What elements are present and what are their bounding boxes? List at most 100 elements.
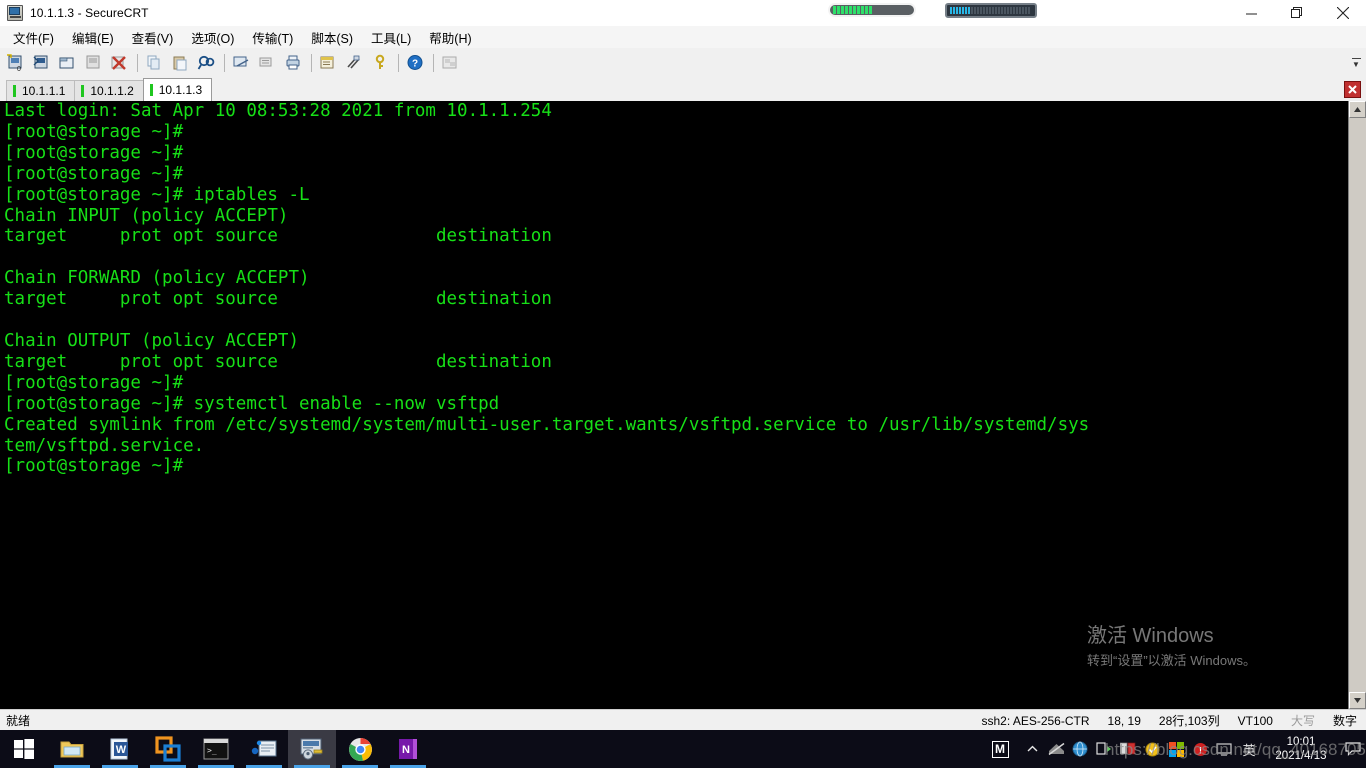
taskbar-chrome[interactable] <box>336 730 384 768</box>
taskbar-vmware[interactable] <box>144 730 192 768</box>
tray-screen-icon[interactable] <box>1212 730 1236 768</box>
reconnect-button[interactable] <box>82 51 106 75</box>
menu-transfer[interactable]: 传输(T) <box>243 26 302 49</box>
tray-m-badge[interactable]: M <box>980 730 1020 768</box>
tab-10-1-1-3[interactable]: 10.1.1.3 <box>142 78 213 101</box>
print-screen-button[interactable] <box>230 51 254 75</box>
terminal-line: [root@storage ~]# <box>4 456 184 477</box>
terminal-scrollbar[interactable] <box>1348 101 1366 709</box>
notification-center-button[interactable] <box>1340 730 1366 768</box>
minimize-button[interactable] <box>1228 0 1274 26</box>
menu-options[interactable]: 选项(O) <box>182 26 243 49</box>
svg-text:?: ? <box>412 59 418 70</box>
terminal-line: Chain OUTPUT (policy ACCEPT) <box>4 330 300 351</box>
scroll-down-button[interactable] <box>1349 692 1366 709</box>
ime-language-indicator[interactable]: 英 <box>1236 730 1262 768</box>
cpu-meter <box>828 3 916 17</box>
new-tab-button[interactable] <box>56 51 80 75</box>
disconnect-icon <box>111 56 126 70</box>
menu-file[interactable]: 文件(F) <box>4 26 63 49</box>
tray-office-icon[interactable] <box>1164 730 1188 768</box>
toolbar-separator <box>398 54 399 72</box>
close-button[interactable] <box>1320 0 1366 26</box>
taskbar-onenote[interactable]: N <box>384 730 432 768</box>
folder-icon <box>60 741 84 758</box>
tray-alert-icon[interactable]: ! <box>1188 730 1212 768</box>
menu-bar: 文件(F) 编辑(E) 查看(V) 选项(O) 传输(T) 脚本(S) 工具(L… <box>0 26 1366 49</box>
tray-app-icon[interactable] <box>1068 730 1092 768</box>
chevron-up-icon <box>1354 107 1361 112</box>
arrange-windows-button[interactable] <box>439 51 463 75</box>
session-options-icon <box>320 56 334 69</box>
status-caps-lock: 大写 <box>1290 714 1315 728</box>
tab-10-1-1-2[interactable]: 10.1.1.2 <box>74 80 144 101</box>
scrollbar-track[interactable] <box>1349 118 1366 692</box>
chevron-down-icon: ▼ <box>1352 60 1360 69</box>
sftp-session-button[interactable] <box>30 51 54 75</box>
network-icon <box>1048 742 1064 756</box>
log-session-button[interactable] <box>256 51 280 75</box>
menu-script[interactable]: 脚本(S) <box>302 26 362 49</box>
terminal-line: [root@storage ~]# <box>4 142 184 163</box>
status-cipher: ssh2: AES-256-CTR <box>981 713 1090 728</box>
status-bar: 就绪 ssh2: AES-256-CTR 18, 19 28行,103列 VT1… <box>0 709 1366 731</box>
securecrt-window: 10.1.1.3 - SecureCRT 文件(F) 编辑(E) 查看(V) 选… <box>0 0 1366 768</box>
tray-vmware-icon[interactable] <box>1116 730 1140 768</box>
toolbar-separator <box>137 54 138 72</box>
tab-label: 10.1.1.2 <box>90 84 134 98</box>
connect-sftp-icon <box>33 55 48 69</box>
terminal-output[interactable]: Last login: Sat Apr 10 08:53:28 2021 fro… <box>4 101 1340 709</box>
taskbar-clock[interactable]: 10:01 2021/4/13 <box>1262 730 1340 768</box>
menu-help[interactable]: 帮助(H) <box>420 26 480 49</box>
windows-taskbar: W >_ N M ! 英 10:01 2021/4/13 <box>0 730 1366 768</box>
show-hidden-icons-button[interactable] <box>1020 730 1044 768</box>
terminal-line: target prot opt source destination <box>4 289 552 310</box>
tab-10-1-1-1[interactable]: 10.1.1.1 <box>6 80 76 101</box>
close-tab-button[interactable] <box>1344 81 1361 98</box>
onenote-icon: N <box>399 739 417 759</box>
clock-date: 2021/4/13 <box>1275 750 1327 762</box>
paste-button[interactable] <box>169 51 193 75</box>
status-emulation: VT100 <box>1237 713 1273 728</box>
maximize-button[interactable] <box>1274 0 1320 26</box>
close-icon <box>1348 85 1357 94</box>
tray-antivirus-icon[interactable] <box>1140 730 1164 768</box>
global-options-button[interactable] <box>343 51 367 75</box>
tab-label: 10.1.1.3 <box>158 83 203 97</box>
scroll-up-button[interactable] <box>1349 101 1366 118</box>
window-title: 10.1.1.3 - SecureCRT <box>30 6 149 20</box>
taskbar-xshell[interactable] <box>240 730 288 768</box>
global-options-icon <box>347 55 360 69</box>
tab-status-indicator-icon <box>149 84 153 96</box>
system-tray: M ! 英 10:01 2021/4/13 <box>980 730 1366 768</box>
taskbar-cmd[interactable]: >_ <box>192 730 240 768</box>
start-button[interactable] <box>0 730 48 768</box>
vmware-icon <box>155 736 181 762</box>
taskbar-word[interactable]: W <box>96 730 144 768</box>
taskbar-securecrt[interactable] <box>288 730 336 768</box>
taskbar-file-explorer[interactable] <box>48 730 96 768</box>
network-disconnected-button[interactable] <box>1044 730 1068 768</box>
windows-logo-icon <box>14 739 34 759</box>
copy-button[interactable] <box>143 51 167 75</box>
key-button[interactable] <box>369 51 393 75</box>
monitor-icon <box>1216 742 1232 756</box>
status-cursor-position: 18, 19 <box>1107 713 1141 728</box>
disconnect-button[interactable] <box>108 51 132 75</box>
reconnect-icon <box>86 55 100 69</box>
menu-edit[interactable]: 编辑(E) <box>63 26 123 49</box>
tray-copy-icon[interactable] <box>1092 730 1116 768</box>
print-button[interactable] <box>282 51 306 75</box>
terminal-line: Chain FORWARD (policy ACCEPT) <box>4 268 310 289</box>
menu-tools[interactable]: 工具(L) <box>362 26 420 49</box>
toolbar-overflow-button[interactable]: ▼ <box>1350 52 1362 74</box>
session-options-button[interactable] <box>317 51 341 75</box>
menu-view[interactable]: 查看(V) <box>123 26 183 49</box>
chevron-up-icon <box>1027 745 1037 752</box>
find-button[interactable] <box>195 51 219 75</box>
terminal-area[interactable]: Last login: Sat Apr 10 08:53:28 2021 fro… <box>0 101 1366 709</box>
new-session-button[interactable]: 0 <box>4 51 28 75</box>
help-button[interactable]: ? <box>404 51 428 75</box>
terminal-line: [root@storage ~]# systemctl enable --now… <box>4 393 500 414</box>
